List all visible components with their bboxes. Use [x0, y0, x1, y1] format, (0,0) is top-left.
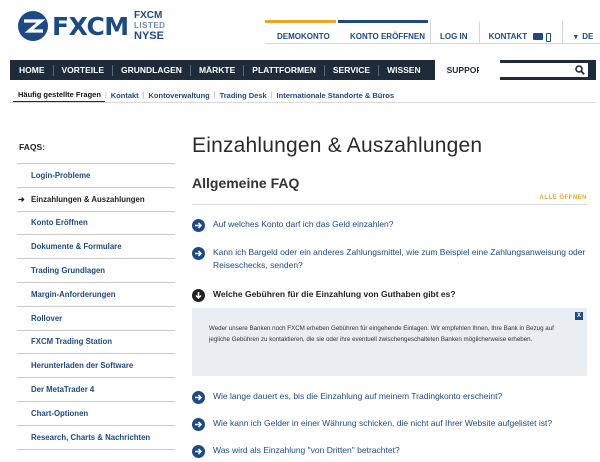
phone-icon [546, 33, 552, 42]
close-icon[interactable]: X [575, 312, 583, 320]
arrow-right-icon: ➜ [18, 194, 25, 204]
faq-sidebar: FAQS: Login-Probleme ➜ Einzahlungen & Au… [17, 142, 175, 450]
support-subnav: Häufig gestellte Fragen | Kontakt | Kont… [13, 88, 399, 103]
chevron-down-icon: ▼ [572, 34, 580, 41]
top-utility-nav: DEMOKONTO KONTO ERÖFFNEN LOG IN KONTAKT … [265, 20, 600, 44]
faq-question: Welche Gebühren für die Einzahlung von G… [213, 289, 456, 299]
subnav-faq[interactable]: Häufig gestellte Fragen [13, 88, 105, 103]
nav-grundlagen[interactable]: GRUNDLAGEN [113, 64, 191, 76]
faq-item[interactable]: Auf welches Konto darf ich das Geld einz… [192, 218, 587, 232]
arrow-right-circle-icon [192, 219, 205, 232]
main-navigation: HOME VORTEILE GRUNDLAGEN MÄRKTE PLATTFOR… [10, 60, 596, 80]
nav-service[interactable]: SERVICE [325, 64, 380, 76]
arrow-right-circle-icon [192, 418, 205, 431]
open-account-link[interactable]: KONTO ERÖFFNEN [338, 20, 428, 43]
language-label: DE [582, 32, 594, 41]
logo-wordmark: FXCM [52, 11, 129, 41]
fxcm-logo[interactable]: FXCM [17, 10, 129, 42]
main-content: Einzahlungen & Auszahlungen Allgemeine F… [192, 134, 587, 458]
sidebar-item-metatrader[interactable]: Der MetaTrader 4 [17, 378, 175, 402]
section-title: Allgemeine FAQ [192, 175, 300, 191]
subnav-divider [10, 102, 596, 103]
sidebar-item-software[interactable]: Herunterladen der Software [17, 354, 175, 379]
sidebar-item-margin[interactable]: Margin-Anforderungen [17, 283, 175, 307]
nav-wissen[interactable]: WISSEN [379, 65, 429, 76]
subnav-trading-desk[interactable]: Trading Desk [216, 91, 271, 100]
nav-maerkte[interactable]: MÄRKTE [191, 64, 245, 76]
subnav-international[interactable]: Internationale Standorte & Büros [273, 91, 399, 100]
subnav-kontoverwaltung[interactable]: Kontoverwaltung [145, 91, 214, 100]
sidebar-item-research[interactable]: Research, Charts & Nachrichten [17, 426, 175, 450]
contact-link[interactable]: KONTAKT [478, 20, 561, 43]
login-link[interactable]: LOG IN [430, 20, 477, 43]
sidebar-item-einzahlungen[interactable]: ➜ Einzahlungen & Auszahlungen [17, 188, 175, 212]
language-selector[interactable]: ▼ DE [562, 20, 600, 43]
sidebar-item-chart-optionen[interactable]: Chart-Optionen [17, 402, 175, 426]
faq-item-expanded[interactable]: Welche Gebühren für die Einzahlung von G… [192, 288, 587, 302]
arrow-right-circle-icon [192, 247, 205, 260]
sidebar-item-rollover[interactable]: Rollover [17, 307, 175, 331]
faq-question: Wie kann ich Gelder in einer Währung sch… [213, 418, 553, 428]
arrow-right-circle-icon [192, 445, 205, 458]
monitor-icon [533, 33, 544, 40]
demo-account-link[interactable]: DEMOKONTO [265, 20, 336, 43]
sidebar-item-trading-grundlagen[interactable]: Trading Grundlagen [17, 259, 175, 283]
sidebar-item-konto-eroeffnen[interactable]: Konto Eröffnen [17, 212, 175, 236]
faq-question: Was wird als Einzahlung "von Dritten" be… [213, 445, 400, 455]
nav-plattformen[interactable]: PLATTFORMEN [244, 64, 325, 76]
sidebar-item-label: Einzahlungen & Auszahlungen [31, 194, 145, 204]
faq-item[interactable]: Wie kann ich Gelder in einer Währung sch… [192, 417, 587, 431]
faq-question: Kann ich Bargeld oder ein anderes Zahlun… [213, 247, 586, 270]
faq-question: Wie lange dauert es, bis die Einzahlung … [213, 391, 503, 401]
faq-item[interactable]: Was wird als Einzahlung "von Dritten" be… [192, 444, 587, 458]
listed-line-1: FXCM [134, 10, 163, 21]
faq-answer-panel: X Weder unsere Banken noch FXCM erheben … [192, 308, 587, 376]
nav-home[interactable]: HOME [10, 64, 54, 76]
sidebar-item-login[interactable]: Login-Probleme [17, 164, 175, 188]
faq-item[interactable]: Kann ich Bargeld oder ein anderes Zahlun… [192, 246, 587, 272]
sidebar-heading: FAQS: [17, 142, 175, 164]
fxcm-logo-mark-icon [17, 10, 49, 42]
search-icon[interactable] [575, 65, 585, 75]
sidebar-item-trading-station[interactable]: FXCM Trading Station [17, 331, 175, 355]
search-input[interactable] [479, 63, 588, 77]
faq-item[interactable]: Wie lange dauert es, bis die Einzahlung … [192, 390, 587, 404]
sidebar-item-dokumente[interactable]: Dokumente & Formulare [17, 235, 175, 260]
contact-label: KONTAKT [488, 32, 528, 41]
open-all-link[interactable]: ALLE ÖFFNEN [540, 195, 588, 201]
arrow-right-circle-icon [192, 391, 205, 404]
page-title: Einzahlungen & Auszahlungen [192, 134, 483, 157]
content-divider [192, 204, 587, 205]
nyse-listed-badge: FXCM LISTED NYSE [134, 10, 165, 42]
contact-icons [533, 33, 552, 42]
nav-vorteile[interactable]: VORTEILE [54, 64, 114, 76]
listed-line-3: NYSE [134, 30, 164, 42]
site-header: FXCM FXCM LISTED NYSE DEMOKONTO KONTO ER… [0, 0, 600, 58]
faq-question: Auf welches Konto darf ich das Geld einz… [213, 219, 394, 229]
subnav-kontakt[interactable]: Kontakt [107, 91, 143, 100]
arrow-down-circle-icon [192, 289, 205, 302]
faq-answer-text: Weder unsere Banken noch FXCM erheben Ge… [209, 325, 554, 343]
